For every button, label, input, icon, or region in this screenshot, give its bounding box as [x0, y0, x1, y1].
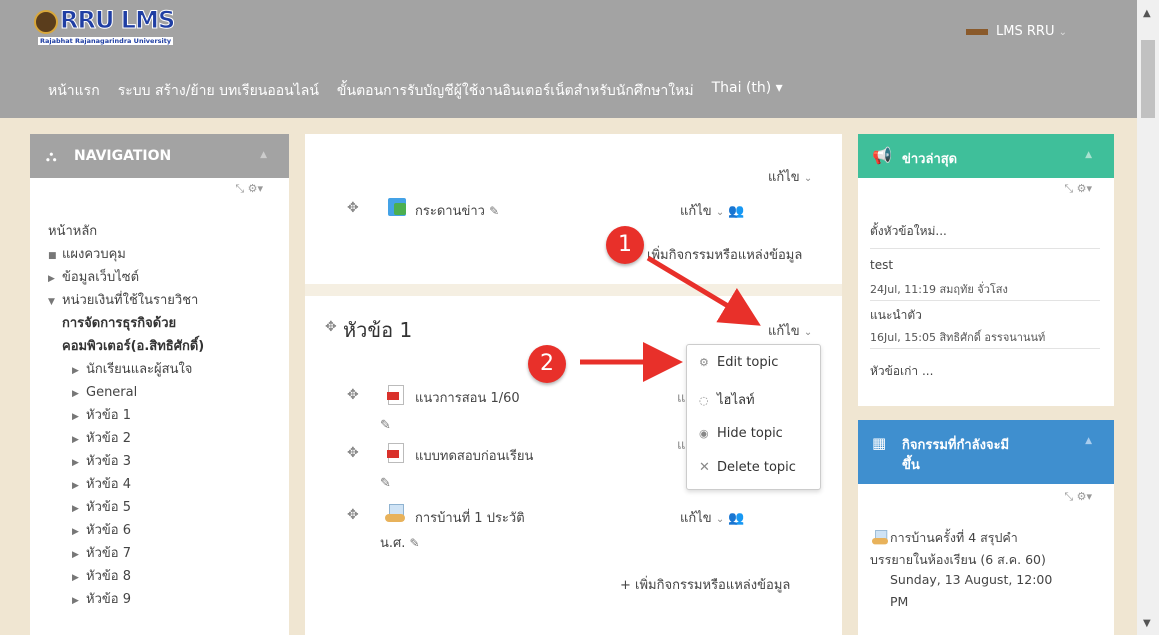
- news-post-meta: 16Jul, 15:05 สิทธิศักดิ์ อรรจนานนท์: [870, 331, 1046, 344]
- news-post-title[interactable]: test: [870, 258, 893, 272]
- arrow-1: [646, 255, 761, 326]
- scrollbar-thumb[interactable]: [1141, 40, 1155, 118]
- upcoming-events-header[interactable]: ▦ กิจกรรมที่กำลังจะมี ขึ้น ▲: [858, 420, 1114, 484]
- scrollbar[interactable]: ▲ ▼: [1137, 0, 1159, 635]
- news-post-title[interactable]: แนะนำตัว: [870, 306, 922, 325]
- latest-news-header[interactable]: 📢 ข่าวล่าสุด ▲: [858, 134, 1114, 178]
- annotation-badge-2: 2: [528, 345, 566, 383]
- event-link[interactable]: การบ้านครั้งที่ 4 สรุปคำ: [890, 528, 1018, 548]
- upcoming-events-title-cont: ขึ้น: [902, 458, 920, 473]
- block-actions[interactable]: ⤡ ⚙▾: [1064, 490, 1092, 504]
- event-date: Sunday, 13 August, 12:00: [890, 572, 1053, 587]
- scroll-up-icon[interactable]: ▲: [1143, 8, 1151, 19]
- upcoming-events-title: กิจกรรมที่กำลังจะมี: [902, 438, 1010, 453]
- latest-news-title: ข่าวล่าสุด: [902, 152, 958, 167]
- scroll-down-icon[interactable]: ▼: [1143, 618, 1151, 629]
- collapse-icon[interactable]: ▲: [1085, 150, 1092, 160]
- news-post-meta: 24Jul, 11:19 สมฤทัย จั่วโสง: [870, 283, 1008, 296]
- block-actions[interactable]: ⤡ ⚙▾: [1064, 182, 1092, 196]
- latest-news-block: 📢 ข่าวล่าสุด ▲ ⤡ ⚙▾ ตั้งหัวข้อใหม่... te…: [858, 134, 1114, 406]
- event-link-cont[interactable]: บรรยายในห้องเรียน (6 ส.ค. 60): [870, 550, 1046, 570]
- annotation-badge-1: 1: [606, 226, 644, 264]
- calendar-icon: ▦: [872, 434, 887, 452]
- older-topics-link[interactable]: หัวข้อเก่า ...: [870, 362, 933, 381]
- add-new-topic-link[interactable]: ตั้งหัวข้อใหม่...: [870, 222, 947, 241]
- event-time: PM: [890, 594, 909, 609]
- megaphone-icon: 📢: [872, 146, 892, 165]
- collapse-icon[interactable]: ▲: [1085, 436, 1092, 446]
- assignment-icon: [872, 530, 888, 546]
- upcoming-events-block: ▦ กิจกรรมที่กำลังจะมี ขึ้น ▲ ⤡ ⚙▾ การบ้า…: [858, 420, 1114, 635]
